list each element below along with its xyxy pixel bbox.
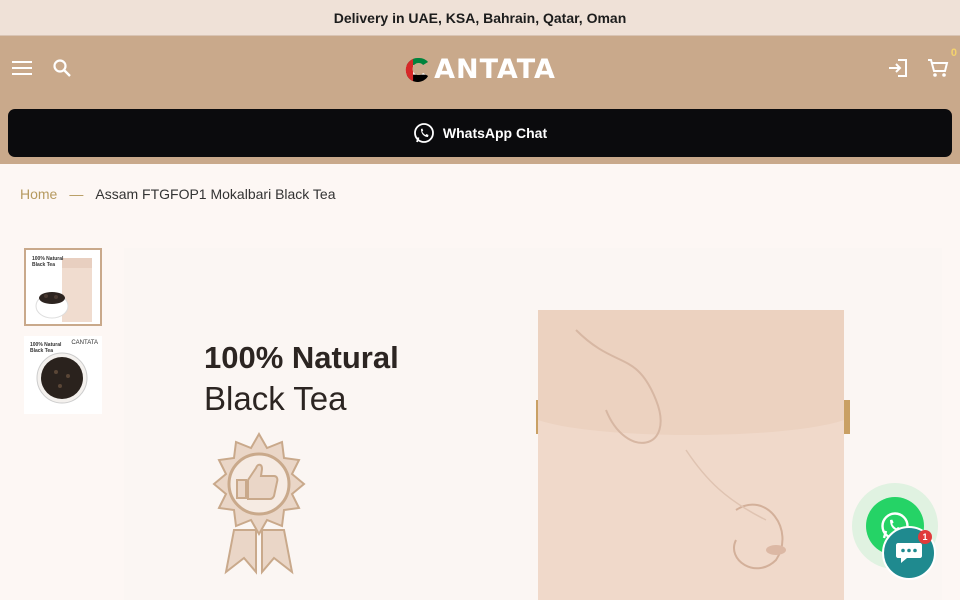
whatsapp-chat-button[interactable]: WhatsApp Chat (8, 109, 952, 157)
image-subheadline: Black Tea (204, 380, 347, 417)
whatsapp-icon (413, 123, 434, 143)
chat-widget-button[interactable]: 1 (882, 526, 936, 580)
thumbs-up-badge-icon (212, 431, 306, 575)
announcement-text: Delivery in UAE, KSA, Bahrain, Qatar, Om… (333, 9, 627, 26)
chat-unread-badge: 1 (918, 530, 932, 544)
chat-bubble-icon (896, 543, 922, 563)
menu-icon[interactable] (10, 56, 34, 80)
thumbnail-2[interactable]: 100% Natural Black Tea CANTATA (24, 336, 102, 414)
tea-bag-product-image (536, 310, 850, 600)
search-icon[interactable] (50, 56, 74, 80)
logo-text: ANTATA (434, 54, 556, 85)
image-headline: 100% Natural (204, 340, 399, 375)
breadcrumb-home-link[interactable]: Home (20, 186, 57, 202)
uae-flag-c-icon (405, 57, 429, 82)
product-main-image[interactable]: 100% Natural Black Tea (124, 248, 942, 600)
announcement-bar: Delivery in UAE, KSA, Bahrain, Qatar, Om… (0, 0, 960, 36)
breadcrumb-separator: — (69, 186, 84, 202)
breadcrumb: Home — Assam FTGFOP1 Mokalbari Black Tea (20, 186, 336, 202)
whatsapp-chat-label: WhatsApp Chat (442, 125, 548, 141)
thumbnail-caption: 100% Natural Black Tea (30, 342, 62, 354)
thumbnail-caption: 100% Natural Black Tea (32, 256, 64, 268)
breadcrumb-current: Assam FTGFOP1 Mokalbari Black Tea (95, 186, 336, 202)
thumbnail-brand: CANTATA (71, 340, 98, 346)
thumbnail-list: 100% Natural Black Tea 100% Natural Black … (24, 248, 102, 414)
thumbnail-1[interactable]: 100% Natural Black Tea (24, 248, 102, 326)
cart-count-badge: 0 (950, 47, 957, 59)
login-icon[interactable] (886, 56, 910, 80)
cart-icon[interactable]: 0 (926, 47, 957, 80)
site-logo[interactable]: ANTATA (404, 54, 556, 85)
site-header: ANTATA 0 WhatsApp Chat (0, 36, 960, 164)
